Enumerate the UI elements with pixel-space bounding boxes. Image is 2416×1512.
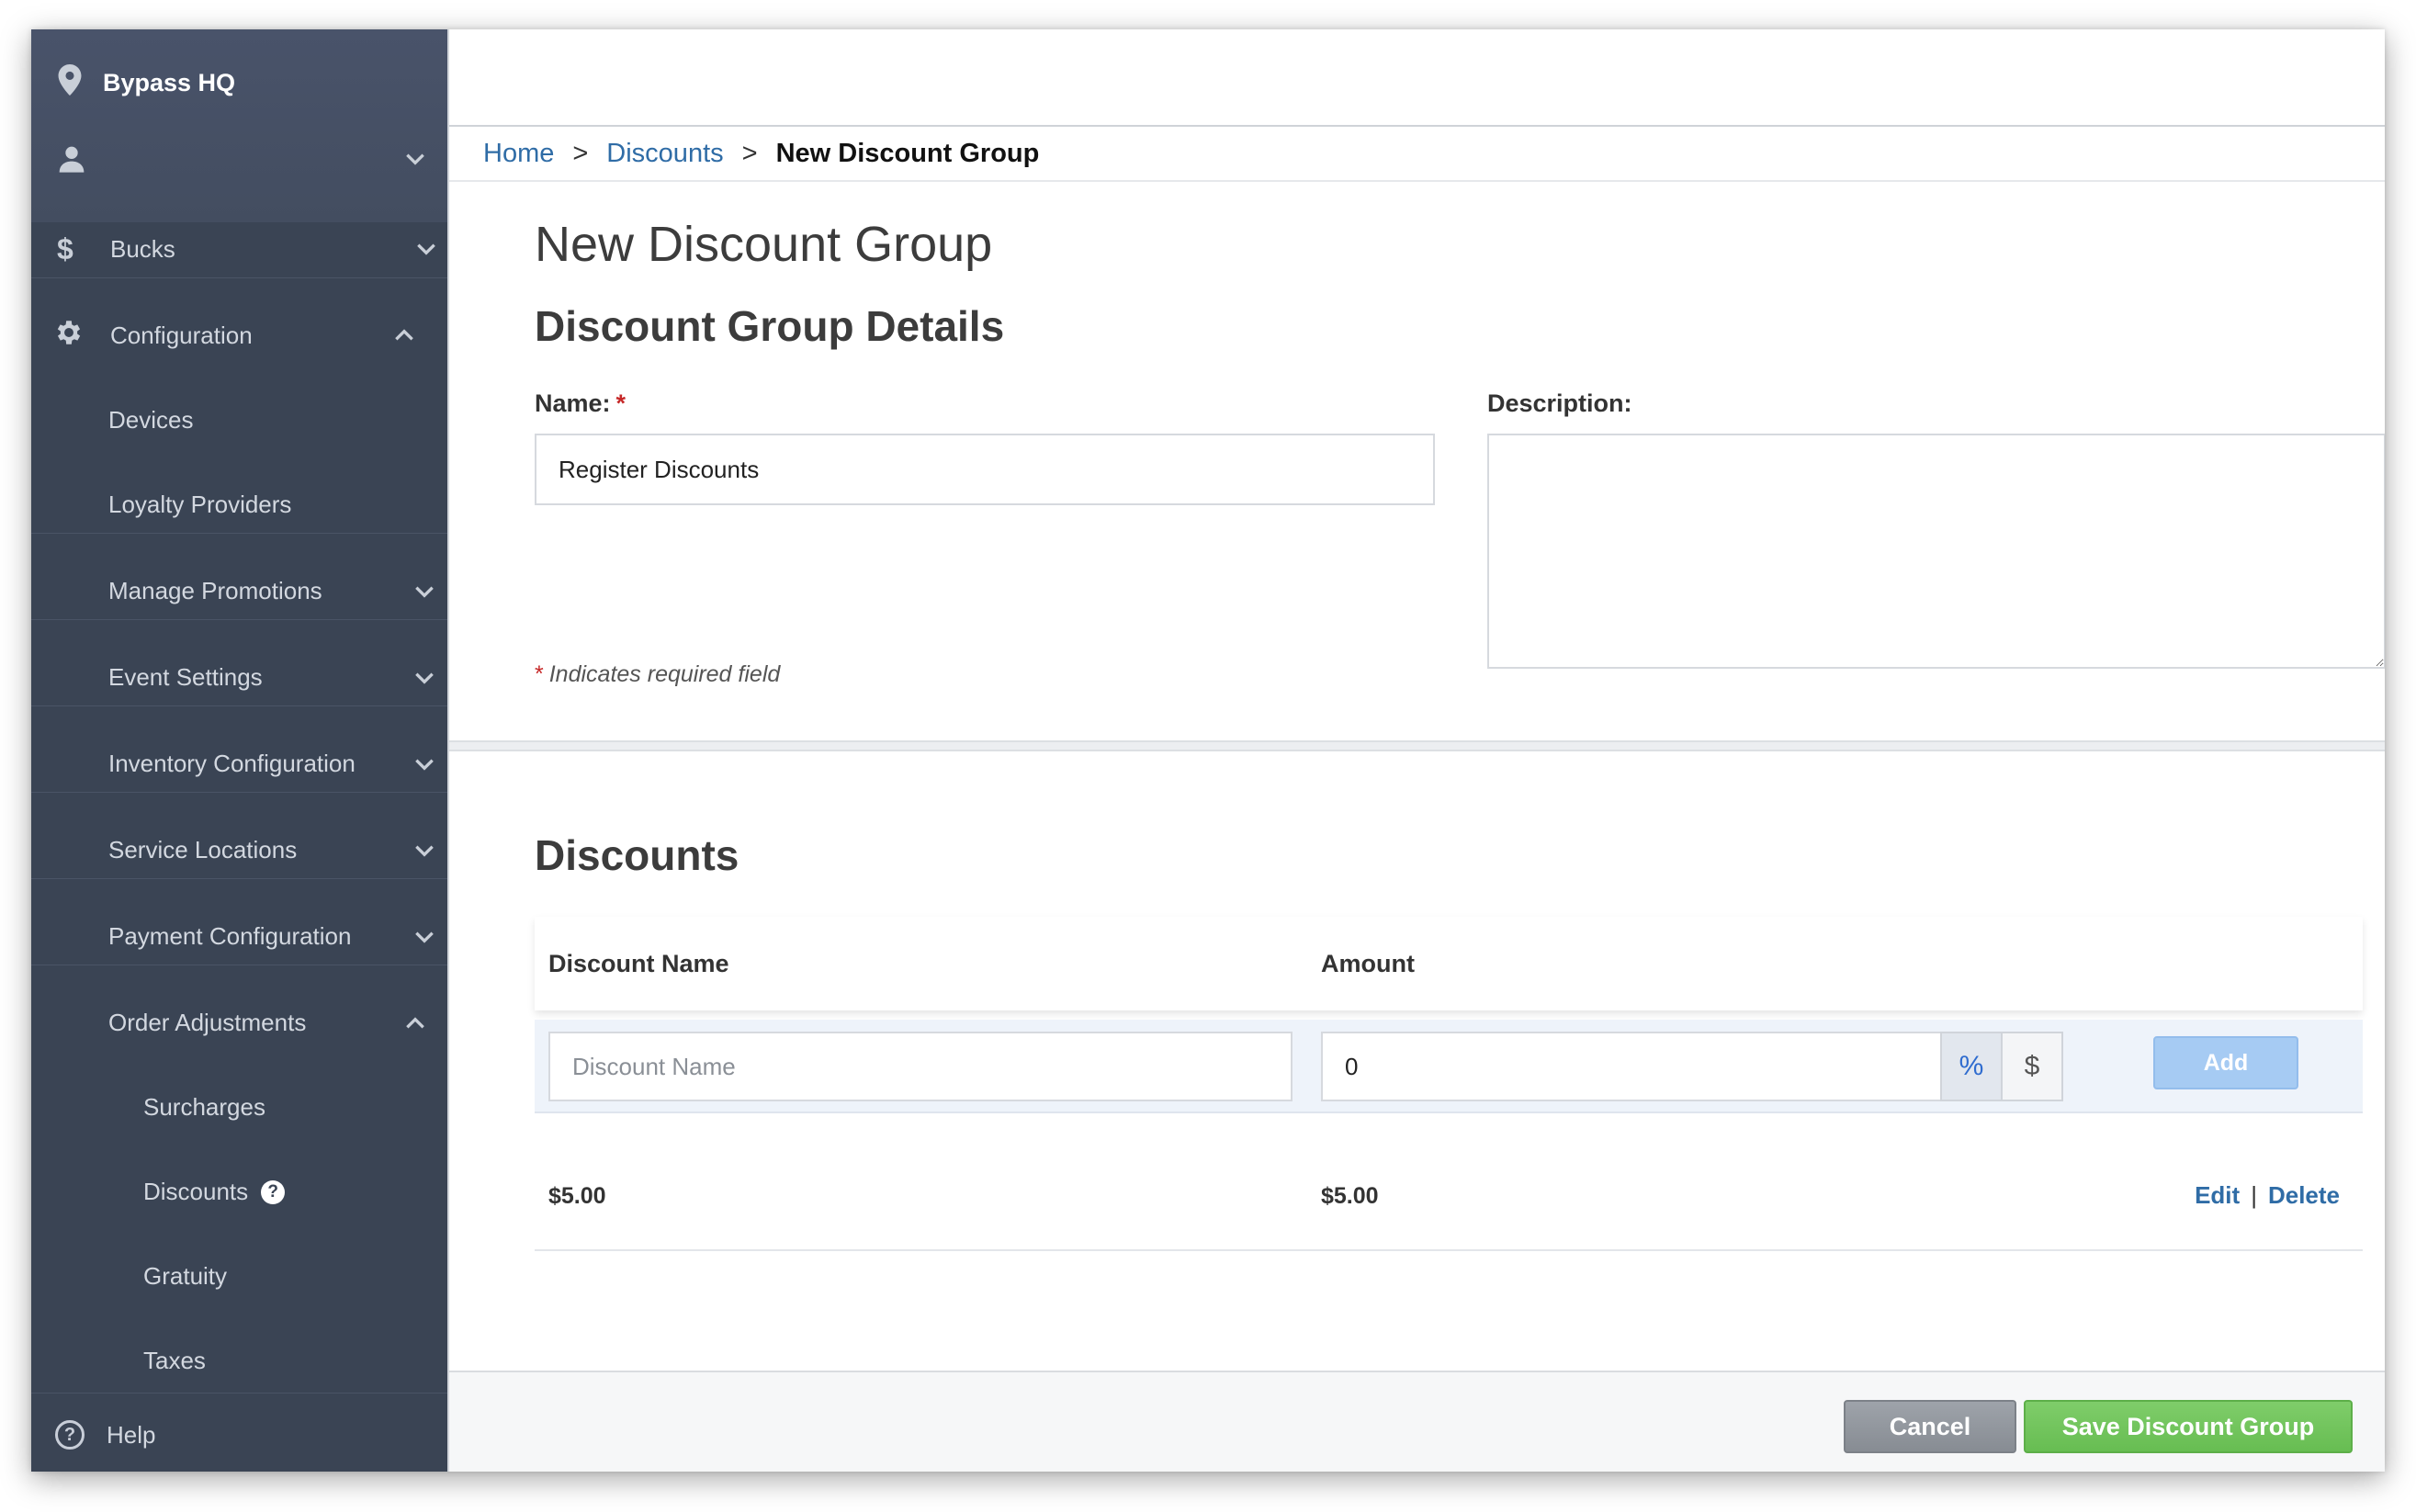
- breadcrumb-separator: >: [741, 138, 758, 168]
- description-textarea[interactable]: [1487, 434, 2385, 669]
- edit-link[interactable]: Edit: [2195, 1181, 2240, 1209]
- sidebar-item-discounts[interactable]: Discounts ?: [143, 1178, 447, 1206]
- description-label: Description:: [1487, 389, 1632, 417]
- discount-name-cell: $5.00: [548, 1183, 606, 1209]
- breadcrumb-home[interactable]: Home: [483, 139, 554, 169]
- save-discount-group-button[interactable]: Save Discount Group: [2024, 1400, 2353, 1453]
- action-separator: |: [2251, 1181, 2257, 1209]
- chevron-down-icon: [415, 586, 434, 598]
- sidebar-item-devices[interactable]: Devices: [108, 406, 447, 434]
- sidebar-divider: [31, 277, 447, 278]
- sidebar-item-bucks[interactable]: $ Bucks: [57, 231, 447, 265]
- sidebar-item-event-settings[interactable]: Event Settings: [108, 663, 447, 692]
- user-menu[interactable]: [57, 144, 427, 178]
- sidebar-item-gratuity[interactable]: Gratuity: [143, 1262, 447, 1291]
- breadcrumb-separator: >: [572, 138, 589, 168]
- section-title-details: Discount Group Details: [535, 302, 1005, 350]
- chevron-down-icon: [415, 845, 434, 857]
- location-name: Bypass HQ: [103, 69, 236, 96]
- form-footer: Cancel Save Discount Group: [449, 1371, 2385, 1472]
- sidebar-item-service-locations[interactable]: Service Locations: [108, 836, 447, 864]
- name-label: Name: *: [535, 389, 627, 417]
- sidebar-item-manage-promotions[interactable]: Manage Promotions: [108, 577, 447, 605]
- top-bar: [449, 29, 2385, 127]
- sidebar-item-order-adjustments[interactable]: Order Adjustments: [108, 1009, 447, 1037]
- sidebar-divider: [31, 619, 447, 620]
- location-selector[interactable]: Bypass HQ: [57, 64, 235, 102]
- sidebar-divider: [31, 1393, 447, 1394]
- help-icon: ?: [55, 1420, 85, 1450]
- breadcrumb-discounts[interactable]: Discounts: [606, 139, 723, 169]
- discounts-table-header: Discount Name Amount: [535, 917, 2363, 1010]
- sidebar-divider: [31, 878, 447, 879]
- sidebar-item-configuration[interactable]: Configuration: [53, 320, 447, 351]
- chevron-down-icon: [403, 147, 427, 175]
- question-icon[interactable]: ?: [261, 1179, 286, 1204]
- chevron-down-icon: [417, 243, 435, 255]
- section-divider: [449, 740, 2385, 751]
- sidebar-item-loyalty-providers[interactable]: Loyalty Providers: [108, 491, 447, 519]
- sidebar: Bypass HQ $ Bucks Configuration Devices …: [31, 29, 447, 1472]
- name-input[interactable]: [535, 434, 1435, 505]
- sidebar-divider: [31, 705, 447, 706]
- column-header-amount: Amount: [1321, 950, 1415, 977]
- column-header-discount-name: Discount Name: [548, 950, 729, 977]
- breadcrumb: Home > Discounts > New Discount Group: [449, 127, 2385, 182]
- chevron-up-icon: [406, 1016, 424, 1028]
- chevron-down-icon: [415, 672, 434, 684]
- main-content: Home > Discounts > New Discount Group Ne…: [447, 29, 2385, 1472]
- add-discount-row: % $ Add: [535, 1020, 2363, 1113]
- sidebar-item-payment-configuration[interactable]: Payment Configuration: [108, 922, 447, 951]
- add-discount-button[interactable]: Add: [2153, 1036, 2298, 1089]
- required-marker: *: [615, 389, 627, 417]
- amount-input[interactable]: [1321, 1032, 1942, 1101]
- chevron-up-icon: [395, 329, 413, 341]
- chevron-down-icon: [415, 759, 434, 771]
- sidebar-item-help[interactable]: ? Help: [55, 1420, 447, 1450]
- discount-name-input[interactable]: [548, 1032, 1293, 1101]
- required-field-note: * Indicates required field: [535, 661, 781, 687]
- amount-cell: $5.00: [1321, 1183, 1379, 1209]
- delete-link[interactable]: Delete: [2268, 1181, 2340, 1209]
- sidebar-item-inventory-configuration[interactable]: Inventory Configuration: [108, 750, 447, 778]
- dollar-toggle[interactable]: $: [2001, 1032, 2063, 1101]
- sidebar-divider: [31, 792, 447, 793]
- sidebar-header: Bypass HQ: [31, 29, 447, 222]
- map-pin-icon: [57, 64, 83, 102]
- sidebar-item-surcharges[interactable]: Surcharges: [143, 1093, 447, 1122]
- cancel-button[interactable]: Cancel: [1844, 1400, 2016, 1453]
- row-actions: Edit | Delete: [2195, 1181, 2340, 1210]
- app-window: Bypass HQ $ Bucks Configuration Devices …: [31, 29, 2385, 1472]
- section-title-discounts: Discounts: [535, 831, 739, 879]
- sidebar-item-taxes[interactable]: Taxes: [143, 1347, 447, 1375]
- gear-icon: [53, 317, 110, 355]
- user-icon: [57, 144, 86, 178]
- chevron-down-icon: [415, 931, 434, 943]
- percent-toggle[interactable]: %: [1940, 1032, 2003, 1101]
- breadcrumb-current: New Discount Group: [775, 138, 1040, 168]
- sidebar-divider: [31, 533, 447, 534]
- page-title: New Discount Group: [535, 217, 993, 272]
- dollar-icon: $: [57, 231, 73, 265]
- table-row: $5.00 $5.00 Edit | Delete: [535, 1159, 2363, 1251]
